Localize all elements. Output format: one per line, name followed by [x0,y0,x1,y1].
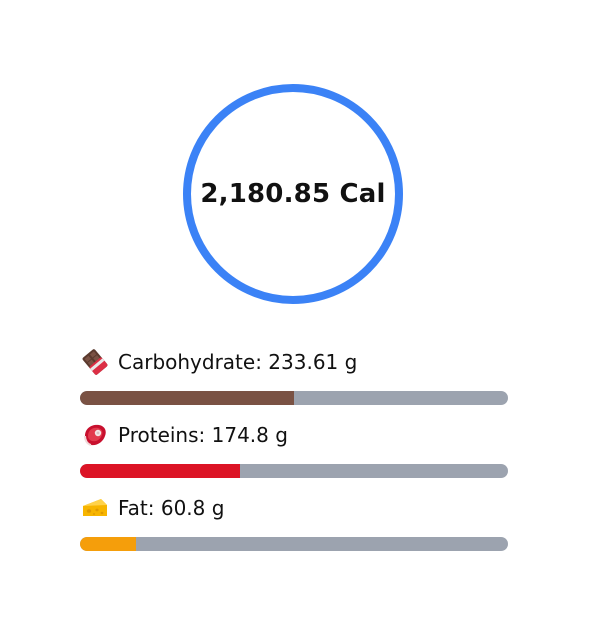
macro-row-carbohydrate: Carbohydrate: 233.61 g [80,346,508,419]
macro-label-row: Fat: 60.8 g [80,492,224,524]
macro-list: Carbohydrate: 233.61 g Proteins: 174.8 g [80,346,508,565]
progress-track-fat [80,537,508,551]
calorie-total: 2,180.85 Cal [200,179,386,209]
chocolate-bar-icon [80,347,110,377]
macro-label-row: Proteins: 174.8 g [80,419,288,451]
macro-label-proteins: Proteins: 174.8 g [118,423,288,447]
progress-track-proteins [80,464,508,478]
meat-cut-icon [80,420,110,450]
progress-fill-carbohydrate [80,391,294,405]
progress-fill-fat [80,537,136,551]
macro-label-row: Carbohydrate: 233.61 g [80,346,357,378]
cheese-wedge-icon [80,493,110,523]
progress-track-carbohydrate [80,391,508,405]
macro-label-carbohydrate: Carbohydrate: 233.61 g [118,350,358,374]
progress-fill-proteins [80,464,241,478]
calorie-ring: 2,180.85 Cal [183,84,403,304]
macro-row-fat: Fat: 60.8 g [80,492,508,565]
macro-row-proteins: Proteins: 174.8 g [80,419,508,492]
macro-label-fat: Fat: 60.8 g [118,496,225,520]
